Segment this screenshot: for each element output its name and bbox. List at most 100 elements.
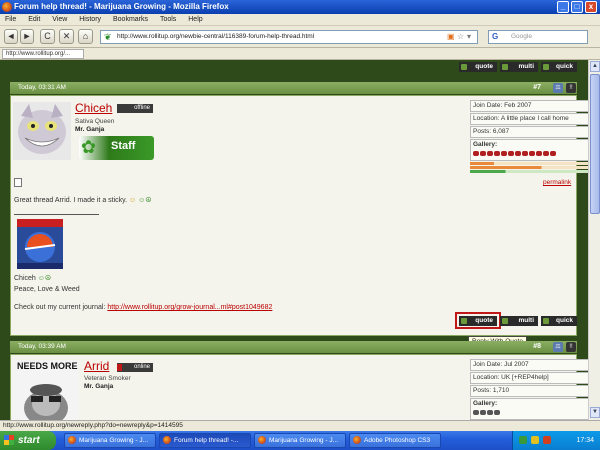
stat-bar — [470, 166, 588, 169]
quote-button[interactable]: quote — [459, 316, 497, 326]
reputation-meter — [473, 150, 588, 160]
system-tray: 17:34 — [512, 431, 600, 450]
stop-button[interactable]: ✕ — [59, 29, 74, 44]
scroll-up-arrow-icon[interactable]: ▲ — [590, 61, 600, 72]
rss-icon[interactable]: ▣ — [447, 32, 455, 42]
quick-reply-button[interactable]: quick — [541, 316, 577, 326]
post-ip-icon[interactable]: !! — [566, 342, 576, 352]
network-icon[interactable] — [519, 436, 527, 444]
report-post-icon[interactable]: ⚖ — [553, 342, 563, 352]
vertical-scrollbar[interactable]: ▲ ▼ — [588, 60, 600, 420]
user-info-box: Join Date: Jul 2007 Location: UK [+REP4h… — [470, 359, 588, 420]
post-message: Great thread Arrid. I made it a sticky. … — [14, 196, 152, 204]
taskbar-item[interactable]: Marijuana Growing - J... — [64, 433, 156, 448]
maximize-button[interactable]: □ — [571, 1, 583, 13]
post-header: Today, 03:31 AM #7 ⚖ !! — [10, 82, 577, 94]
post-ip-icon[interactable]: !! — [566, 83, 576, 93]
clock: 17:34 — [576, 437, 594, 444]
search-placeholder: Google — [511, 33, 532, 40]
avatar-caption: NEEDS MORE — [17, 361, 78, 371]
journal-prefix: Check out my current journal: — [14, 304, 106, 311]
forward-button[interactable]: ► — [20, 29, 34, 44]
url-text: http://www.rollitup.org/newbie-central/1… — [117, 33, 315, 40]
gallery-section: Gallery: — [470, 398, 588, 420]
staff-badge: ✿ Staff — [79, 136, 154, 160]
journal-link[interactable]: http://www.rollitup.org/grow-journal...m… — [107, 304, 272, 311]
user-rank: Mr. Ganja — [75, 126, 105, 133]
signature-image — [17, 219, 63, 269]
post-number[interactable]: #7 — [533, 82, 541, 94]
taskbar: start Marijuana Growing - J... Forum hel… — [0, 431, 600, 450]
start-button[interactable]: start — [0, 431, 56, 450]
gallery-label[interactable]: Gallery: — [473, 140, 588, 150]
menu-tools[interactable]: Tools — [160, 16, 176, 23]
url-bar[interactable]: ❦ http://www.rollitup.org/newbie-central… — [100, 30, 478, 44]
smiley-icon: ☺ — [129, 197, 137, 204]
menu-help[interactable]: Help — [188, 16, 202, 23]
reputation-meter — [473, 409, 588, 419]
bookmark-star-icon[interactable]: ☆ — [457, 32, 464, 42]
post-body: Chiceh offline Sativa Queen Mr. Ganja ✿ … — [10, 95, 588, 336]
staff-label: Staff — [111, 140, 136, 152]
post-time: Today, 03:31 AM — [18, 84, 66, 91]
journal-line: Check out my current journal: http://www… — [14, 304, 272, 311]
taskbar-item-active[interactable]: Forum help thread! -... — [159, 433, 251, 448]
gallery-section: Gallery: — [470, 139, 588, 161]
quote-button-prev[interactable]: quote — [459, 62, 497, 72]
google-icon: G — [492, 32, 499, 41]
offline-status-badge: offline — [117, 104, 153, 113]
user-title: Sativa Queen — [75, 118, 115, 125]
post-header: Today, 03:39 AM #8 ⚖ !! — [10, 341, 577, 353]
permalink[interactable]: permalink — [543, 179, 571, 186]
online-indicator-icon — [117, 364, 122, 371]
online-status-badge: online — [117, 363, 153, 372]
menu-file[interactable]: File — [5, 16, 16, 23]
window-titlebar: Forum help thread! - Marijuana Growing -… — [0, 0, 600, 14]
post-icon — [14, 178, 22, 187]
stat-bar — [470, 170, 588, 173]
post-time: Today, 03:39 AM — [18, 343, 66, 350]
user-avatar[interactable] — [13, 102, 71, 160]
post-number[interactable]: #8 — [533, 341, 541, 353]
post-count: Posts: 1,710 — [470, 385, 588, 397]
scrollbar-thumb[interactable] — [590, 74, 600, 214]
search-input[interactable]: G Google — [488, 30, 588, 44]
menu-bookmarks[interactable]: Bookmarks — [113, 16, 148, 23]
post-count: Posts: 6,087 — [470, 126, 588, 138]
close-button[interactable]: x — [585, 1, 597, 13]
signature-name: Chiceh — [14, 275, 36, 282]
multi-quote-button[interactable]: multi — [500, 316, 538, 326]
stat-bar — [470, 162, 588, 165]
home-button[interactable]: ⌂ — [78, 29, 93, 44]
window-title: Forum help thread! - Marijuana Growing -… — [14, 2, 229, 11]
firefox-icon — [2, 2, 12, 12]
reload-button[interactable]: C — [40, 29, 55, 44]
username-link[interactable]: Arrid — [84, 359, 109, 373]
user-rank: Mr. Ganja — [84, 383, 114, 390]
message-text: Great thread Arrid. I made it a sticky. — [14, 197, 128, 204]
menu-edit[interactable]: Edit — [28, 16, 40, 23]
taskbar-item[interactable]: Marijuana Growing - J... — [254, 433, 346, 448]
menu-view[interactable]: View — [52, 16, 67, 23]
multi-button-prev[interactable]: multi — [500, 62, 538, 72]
status-bar: http://www.rollitup.org/newreply.php?do=… — [0, 420, 600, 431]
quick-button-prev[interactable]: quick — [541, 62, 577, 72]
stoned-smiley-icon: ☺☮ — [37, 275, 52, 282]
gallery-label[interactable]: Gallery: — [473, 399, 588, 409]
username-link[interactable]: Chiceh — [75, 101, 112, 115]
minimize-button[interactable]: _ — [557, 1, 569, 13]
user-info-box: Join Date: Feb 2007 Location: A little p… — [470, 100, 588, 173]
report-post-icon[interactable]: ⚖ — [553, 83, 563, 93]
page-content: quote multi quick Today, 03:31 AM #7 ⚖ !… — [0, 60, 588, 420]
join-date: Join Date: Feb 2007 — [470, 100, 588, 112]
scroll-down-arrow-icon[interactable]: ▼ — [590, 407, 600, 418]
signature-divider — [14, 214, 99, 215]
taskbar-item[interactable]: Adobe Photoshop CS3 — [349, 433, 441, 448]
back-button[interactable]: ◄ — [4, 29, 18, 44]
security-icon[interactable] — [531, 436, 539, 444]
url-dropdown-icon[interactable]: ▾ — [467, 32, 471, 42]
browser-tab[interactable]: http://www.rollitup.org/... — [2, 49, 84, 59]
user-location: Location: A little place I call home — [470, 113, 588, 125]
antivirus-icon[interactable] — [543, 436, 551, 444]
menu-history[interactable]: History — [79, 16, 101, 23]
